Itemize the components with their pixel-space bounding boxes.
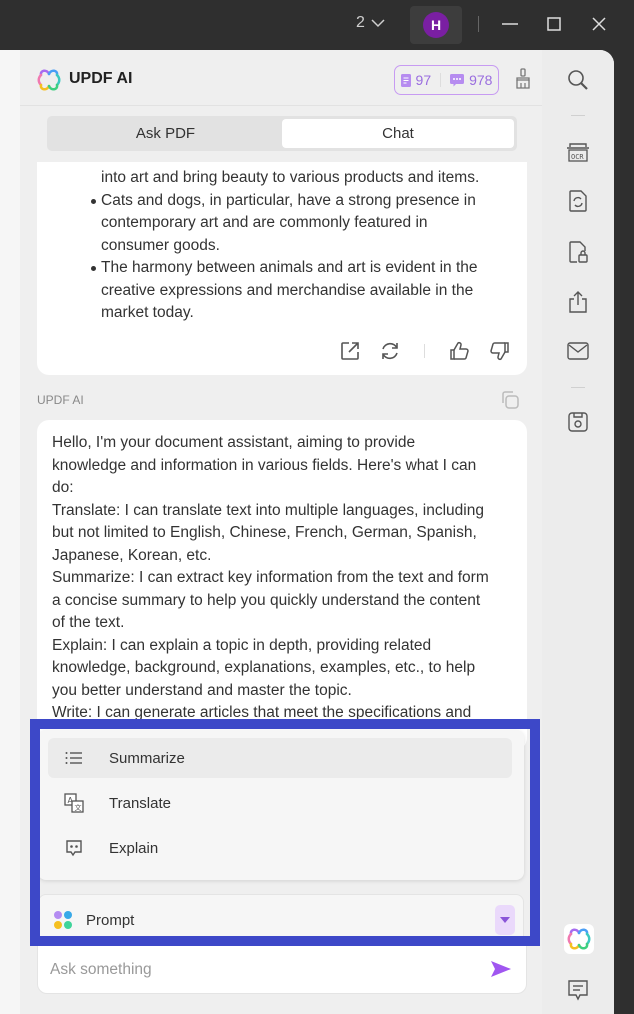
- message-line: but not limited to English, Chinese, Fre…: [52, 524, 477, 541]
- message-line: into art and bring beauty to various pro…: [101, 169, 480, 186]
- chat-input-box: [37, 946, 527, 994]
- minimize-icon: [502, 23, 518, 25]
- mode-tabs: Ask PDF Chat: [47, 116, 517, 151]
- menu-item-label: Summarize: [109, 749, 185, 767]
- ocr-icon: OCR: [567, 143, 589, 162]
- right-toolbar: OCR: [542, 50, 614, 1014]
- menu-item-translate[interactable]: A文 Translate: [48, 783, 512, 823]
- chat-quota-count: 978: [469, 72, 493, 88]
- message-line: creative expressions and merchandise ava…: [101, 281, 474, 299]
- panel-header: UPDF AI 97 978: [20, 50, 542, 106]
- export-icon[interactable]: [339, 340, 361, 362]
- divider: [478, 16, 479, 32]
- message-bullet: Cats and dogs, in particular, have a str…: [91, 190, 521, 213]
- search-icon: [568, 70, 588, 90]
- divider: [571, 115, 585, 116]
- message-line: of the text.: [52, 614, 125, 631]
- thumbs-up-icon[interactable]: [448, 340, 470, 362]
- minimize-button[interactable]: [498, 12, 522, 36]
- sender-label: UPDF AI: [37, 393, 84, 407]
- message-bullet: The harmony between animals and art is e…: [91, 257, 521, 280]
- close-icon: [592, 17, 606, 31]
- comment-icon: [568, 980, 588, 1001]
- message-line: contemporary art and are commonly featur…: [101, 214, 428, 231]
- svg-text:OCR: OCR: [571, 153, 584, 161]
- document-area-edge: [0, 50, 20, 1014]
- copy-icon[interactable]: [500, 390, 520, 410]
- pdf-quota-count: 97: [415, 72, 432, 88]
- comment-button[interactable]: [566, 978, 590, 1002]
- message-line: knowledge and information in various fie…: [52, 456, 477, 474]
- brand-title: UPDF AI: [69, 70, 133, 87]
- share-icon: [569, 291, 587, 313]
- avatar: H: [423, 12, 449, 38]
- prompt-dropdown-button[interactable]: [495, 905, 515, 935]
- protect-icon: [569, 241, 588, 263]
- menu-item-label: Explain: [109, 839, 159, 857]
- message-line: you better understand and master the top…: [52, 681, 352, 699]
- close-button[interactable]: [587, 12, 611, 36]
- message-line: Japanese, Korean, etc.: [52, 546, 212, 564]
- message-line: knowledge, background, explanations, exa…: [52, 659, 476, 676]
- message-line: a concise summary to help you quickly un…: [52, 591, 481, 609]
- tab-chat[interactable]: Chat: [282, 119, 514, 148]
- protect-button[interactable]: [566, 240, 590, 264]
- list-icon: [65, 752, 82, 764]
- share-button[interactable]: [566, 290, 590, 314]
- updf-ai-icon: [567, 928, 591, 950]
- svg-text:文: 文: [75, 803, 82, 812]
- email-button[interactable]: [566, 339, 590, 363]
- divider: [571, 387, 585, 388]
- document-icon: [400, 73, 411, 87]
- prompt-grid-icon: [54, 911, 72, 929]
- account-button[interactable]: H: [410, 6, 462, 44]
- convert-icon: [569, 190, 587, 212]
- divider: [424, 344, 425, 358]
- chat-bubble-icon: [450, 73, 465, 86]
- message-line: do:: [52, 479, 74, 496]
- maximize-icon: [547, 17, 561, 31]
- convert-button[interactable]: [566, 189, 590, 213]
- search-button[interactable]: [566, 68, 590, 92]
- maximize-button[interactable]: [542, 12, 566, 36]
- window-count: 2: [356, 14, 365, 31]
- clear-chat-icon[interactable]: [514, 68, 532, 90]
- message-line: consumer goods.: [101, 236, 220, 254]
- message-line: market today.: [101, 304, 194, 321]
- updf-ai-button[interactable]: [564, 924, 594, 954]
- regenerate-icon[interactable]: [379, 340, 401, 362]
- email-icon: [567, 342, 589, 360]
- message-line: Summarize: I can extract key information…: [52, 569, 489, 586]
- quota-badge[interactable]: 97 978: [394, 65, 499, 95]
- caret-down-icon: [500, 917, 510, 923]
- updf-ai-logo-icon: [37, 69, 61, 91]
- message-line: Write: I can generate articles that meet…: [52, 704, 472, 721]
- save-icon: [568, 412, 588, 432]
- title-bar: 2 H: [0, 0, 634, 50]
- menu-item-explain[interactable]: Explain: [48, 828, 512, 868]
- ask-input[interactable]: [50, 958, 470, 982]
- previous-ai-message: into art and bring beauty to various pro…: [37, 162, 527, 375]
- tab-ask-pdf[interactable]: Ask PDF: [50, 119, 281, 148]
- ai-panel: UPDF AI 97 978 Ask PDF Chat into art and…: [20, 50, 542, 1014]
- prompt-selector[interactable]: Prompt: [38, 894, 524, 946]
- ocr-button[interactable]: OCR: [566, 140, 590, 164]
- prompt-menu: Summarize A文 Translate Explain: [38, 730, 524, 880]
- send-icon[interactable]: [490, 960, 512, 978]
- menu-item-label: Translate: [109, 794, 171, 812]
- prompt-label: Prompt: [86, 912, 135, 929]
- app-window: UPDF AI 97 978 Ask PDF Chat into art and…: [0, 50, 614, 1014]
- message-line: Hello, I'm your document assistant, aimi…: [52, 434, 416, 451]
- explain-icon: [66, 840, 82, 857]
- save-button[interactable]: [566, 410, 590, 434]
- ai-welcome-message: Hello, I'm your document assistant, aimi…: [37, 420, 527, 750]
- message-line: Explain: I can explain a topic in depth,…: [52, 636, 432, 654]
- translate-icon: A文: [64, 793, 84, 813]
- menu-item-summarize[interactable]: Summarize: [48, 738, 512, 778]
- chevron-down-icon: [371, 19, 385, 28]
- message-line: Translate: I can translate text into mul…: [52, 501, 484, 519]
- thumbs-down-icon[interactable]: [489, 340, 511, 362]
- divider: [440, 73, 442, 87]
- window-switcher[interactable]: 2: [356, 14, 385, 32]
